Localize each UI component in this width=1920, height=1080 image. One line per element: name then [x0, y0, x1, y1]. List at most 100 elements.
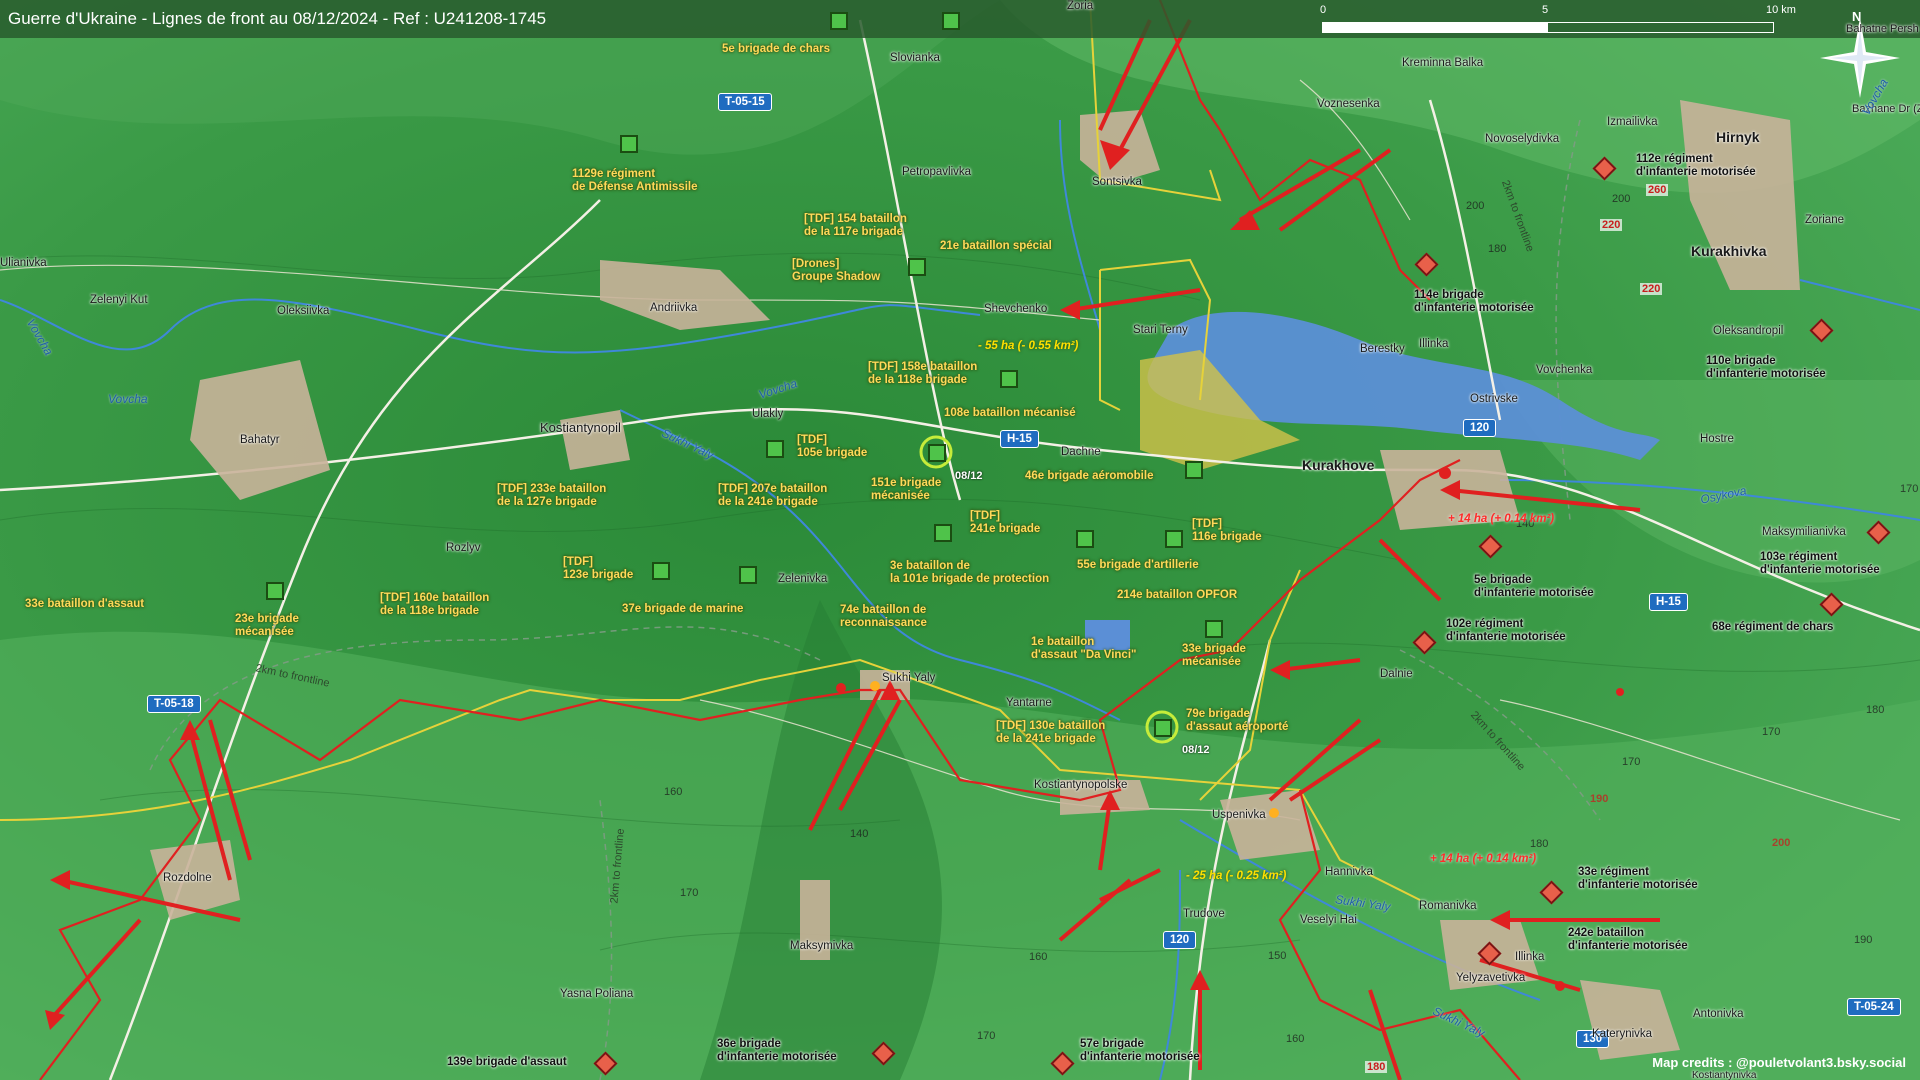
ru-unit-label: 110e brigade d'infanterie motorisée	[1706, 355, 1826, 380]
ua-unit-marker[interactable]	[942, 12, 960, 30]
ru-unit-label: 33e régiment d'infanterie motorisée	[1578, 866, 1698, 891]
town-label: Maksymivka	[790, 940, 854, 952]
map-canvas[interactable]: Guerre d'Ukraine - Lignes de front au 08…	[0, 0, 1920, 1080]
ru-unit-label: 102e régiment d'infanterie motorisée	[1446, 618, 1566, 643]
ua-unit-marker[interactable]	[266, 582, 284, 600]
altitude-label: 190	[1854, 934, 1873, 946]
ua-unit-label: [TDF] 241e brigade	[970, 510, 1041, 535]
town-label: Zoriane	[1805, 214, 1844, 226]
territory-change-label: + 14 ha (+ 0.14 km²)	[1430, 853, 1537, 865]
town-label: Hostre	[1700, 433, 1734, 445]
town-label: Dalnie	[1380, 668, 1413, 680]
ua-unit-label: 1129e régiment de Défense Antimissile	[572, 168, 698, 193]
town-label: Ostrivske	[1470, 393, 1518, 405]
altitude-label: 150	[1268, 950, 1287, 962]
road-number: 180	[1365, 1061, 1388, 1073]
territory-change-label: - 55 ha (- 0.55 km²)	[978, 340, 1079, 352]
ua-unit-label: [TDF] 105e brigade	[797, 434, 868, 459]
altitude-label: 170	[1622, 756, 1641, 768]
map-title: Guerre d'Ukraine - Lignes de front au 08…	[8, 9, 547, 28]
ua-unit-marker[interactable]	[908, 258, 926, 276]
ua-unit-label: 33e brigade mécanisée	[1182, 643, 1246, 668]
scale-label-0: 0	[1320, 4, 1327, 16]
altitude-label: 200	[1772, 837, 1791, 849]
ua-unit-marker[interactable]	[928, 444, 946, 462]
town-label: Berestky	[1360, 343, 1405, 355]
river-label: Vovcha	[108, 392, 148, 406]
ua-unit-label: [TDF] 160e bataillon de la 118e brigade	[380, 592, 490, 617]
town-label: Oleksiivka	[277, 305, 330, 317]
town-label: Maksymilianivka	[1762, 526, 1846, 538]
ua-unit-marker[interactable]	[1076, 530, 1094, 548]
compass-north-label: N	[1852, 9, 1862, 24]
ua-unit-label: [TDF] 116e brigade	[1192, 518, 1262, 543]
town-label-major: Hirnyk	[1716, 129, 1760, 145]
ua-unit-marker[interactable]	[620, 135, 638, 153]
town-label: Shevchenko	[984, 303, 1048, 315]
ru-unit-label: 242e bataillon d'infanterie motorisée	[1568, 927, 1688, 952]
altitude-label: 200	[1466, 200, 1485, 212]
ua-unit-marker[interactable]	[652, 562, 670, 580]
town-label: Rozlyv	[446, 542, 481, 554]
ua-unit-label: 46e brigade aéromobile	[1025, 470, 1154, 482]
ua-unit-marker[interactable]	[1205, 620, 1223, 638]
town-label: Sontsivka	[1092, 176, 1142, 188]
town-label: Voznesenka	[1317, 98, 1380, 110]
altitude-label: 200	[1612, 193, 1631, 205]
town-label: Sukhi Yaly	[882, 672, 936, 684]
ua-unit-label: 55e brigade d'artillerie	[1077, 559, 1199, 571]
ua-unit-marker[interactable]	[1185, 461, 1203, 479]
town-label: Oleksandropil	[1713, 325, 1784, 337]
altitude-label: 190	[1590, 793, 1609, 805]
ru-unit-label: 5e brigade d'infanterie motorisée	[1474, 574, 1594, 599]
ru-unit-label: 114e brigade d'infanterie motorisée	[1414, 289, 1534, 314]
ua-unit-label: [TDF] 158e bataillon de la 118e brigade	[868, 361, 978, 386]
ua-unit-marker[interactable]	[830, 12, 848, 30]
town-label: Vovchenka	[1536, 364, 1593, 376]
town-label: Katerynivka	[1592, 1028, 1653, 1040]
town-label: Petropavlivka	[902, 166, 972, 178]
ua-unit-marker[interactable]	[934, 524, 952, 542]
ua-unit-marker[interactable]	[739, 566, 757, 584]
ua-unit-label: 214e bataillon OPFOR	[1117, 589, 1238, 601]
ua-unit-label: 108e bataillon mécanisé	[944, 407, 1076, 419]
road-number: 220	[1600, 219, 1623, 231]
town-label: Antonivka	[1693, 1008, 1744, 1020]
town-label: Hannivka	[1325, 866, 1373, 878]
ru-unit-label: 36e brigade d'infanterie motorisée	[717, 1038, 837, 1063]
ua-unit-label: 79e brigade d'assaut aéroporté	[1186, 708, 1289, 733]
road-badge-h15-west: H-15	[1000, 430, 1039, 448]
ua-unit-marker[interactable]	[1165, 530, 1183, 548]
altitude-label: 180	[1530, 838, 1549, 850]
ua-unit-marker[interactable]	[1000, 370, 1018, 388]
territory-change-label: - 25 ha (- 0.25 km²)	[1186, 870, 1287, 882]
road-badge-t0524: T-05-24	[1847, 998, 1901, 1016]
town-label: Yantarne	[1006, 697, 1052, 709]
ua-unit-label: [TDF] 123e brigade	[563, 556, 634, 581]
ua-unit-marker[interactable]	[766, 440, 784, 458]
town-label: Ulianivka	[0, 257, 47, 269]
ru-unit-label: 68e régiment de chars	[1712, 621, 1834, 633]
town-label: Bahatne Persh (Zhelanne Pers)	[1846, 23, 1920, 35]
altitude-label: 180	[1488, 243, 1507, 255]
town-label-major: Kurakhivka	[1691, 243, 1767, 259]
road-badge-t0515: T-05-15	[718, 93, 772, 111]
ua-unit-label: 33e bataillon d'assaut	[25, 598, 145, 610]
town-label: Illinka	[1515, 951, 1545, 963]
ua-unit-label: 37e brigade de marine	[622, 603, 744, 615]
ua-unit-marker[interactable]	[1154, 719, 1172, 737]
town-label: Kostiantynopolske	[1034, 779, 1128, 791]
territory-change-label: + 14 ha (+ 0.14 km²)	[1448, 513, 1555, 525]
scale-bar	[1322, 22, 1774, 33]
map-credit[interactable]: Map credits : @pouletvolant3.bsky.social	[1652, 1055, 1906, 1070]
town-label: Zelenyi Kut	[90, 294, 148, 306]
town-label: Illinka	[1419, 338, 1449, 350]
town-label: Yasna Poliana	[560, 988, 634, 1000]
town-label: Kostiantynivka	[1692, 1070, 1757, 1080]
town-label: Slovianka	[890, 52, 940, 64]
town-label: Bahatyr	[240, 434, 280, 446]
town-label-major: Kurakhove	[1302, 457, 1375, 473]
ru-unit-label: 112e régiment d'infanterie motorisée	[1636, 153, 1756, 178]
date-label: 08/12	[1182, 744, 1210, 756]
ua-unit-label: 74e bataillon de reconnaissance	[840, 604, 927, 629]
